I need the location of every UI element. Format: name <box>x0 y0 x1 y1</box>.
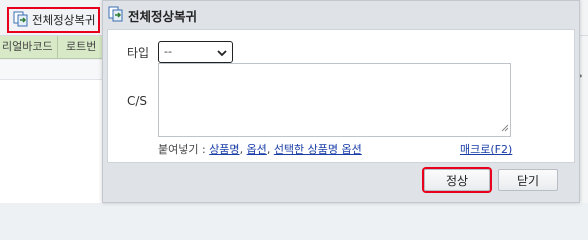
dialog-body: 타입 -- C/S 붙여넣기 : 상품명, 옵션, 선택한 상품명 옵션 매크로… <box>107 29 575 163</box>
paste-option-link[interactable]: 옵션 <box>247 143 267 156</box>
paste-label: 붙여넣기 : <box>158 143 210 156</box>
restore-all-dialog: 전체정상복귀 타입 -- C/S 붙여넣기 : 상품명, 옵션, 선택한 상품명… <box>102 0 580 203</box>
type-select[interactable]: -- <box>158 41 233 63</box>
paste-selected-link[interactable]: 선택한 상품명 옵션 <box>274 143 362 156</box>
dialog-title: 전체정상복귀 <box>128 9 198 24</box>
close-button[interactable]: 닫기 <box>498 169 558 191</box>
type-label: 타입 <box>127 46 150 60</box>
paste-row: 붙여넣기 : 상품명, 옵션, 선택한 상품명 옵션 <box>158 141 362 157</box>
paste-product-name-link[interactable]: 상품명 <box>209 143 239 156</box>
paste-separator: , <box>266 143 274 156</box>
column-header[interactable]: 리얼바코드 <box>0 36 58 58</box>
type-select-value: -- <box>164 45 172 58</box>
macro-link[interactable]: 매크로(F2) <box>460 141 512 157</box>
restore-all-button[interactable]: 전체정상복귀 <box>7 7 100 33</box>
column-header[interactable]: 로트번 <box>58 36 108 58</box>
restore-all-label: 전체정상복귀 <box>32 13 96 27</box>
dialog-icon <box>108 6 124 25</box>
ok-button[interactable]: 정상 <box>424 169 490 191</box>
resize-grip-icon[interactable] <box>500 122 509 135</box>
cs-label: C/S <box>127 94 148 108</box>
dialog-titlebar: 전체정상복귀 <box>103 1 579 29</box>
cs-textarea[interactable] <box>158 63 511 137</box>
restore-icon <box>13 11 29 30</box>
paste-separator: , <box>239 143 247 156</box>
